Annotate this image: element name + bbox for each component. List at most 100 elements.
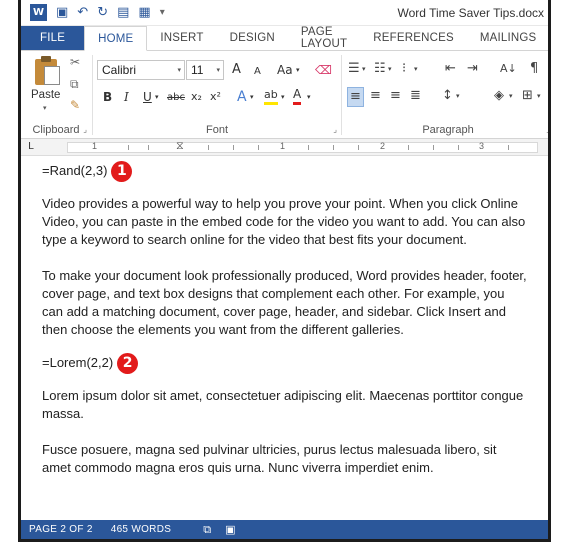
ruler-number: 1 xyxy=(92,141,98,151)
paragraph-group: ☰ ▾ ☷ ▾ ⁝ ▾ ⇤ ⇥ A↓ ¶ ≡ ≡ ≡ ≣ ↕ ▾ ◈ ▾ ⊞ ▾… xyxy=(342,51,548,139)
underline-dropdown-icon[interactable]: ▾ xyxy=(155,88,159,106)
line-spacing-icon[interactable]: ↕ xyxy=(442,87,453,105)
font-group: Calibri ▾ 11 ▾ A A Aa ▾ ⌫ B I U ▾ abc x₂… xyxy=(93,51,341,139)
decrease-indent-icon[interactable]: ⇤ xyxy=(445,60,456,78)
multilevel-list-icon[interactable]: ⁝ xyxy=(402,60,406,78)
tab-selector-icon[interactable]: L xyxy=(28,141,34,152)
highlight-button[interactable]: ab xyxy=(264,87,278,105)
document-paragraph: To make your document look professionall… xyxy=(42,268,527,337)
cut-icon[interactable]: ✂ xyxy=(70,55,80,69)
document-title: Word Time Saver Tips.docx xyxy=(397,6,545,20)
italic-button[interactable]: I xyxy=(124,88,129,106)
numbering-icon[interactable]: ☷ xyxy=(374,60,386,78)
bullets-dropdown-icon[interactable]: ▾ xyxy=(362,60,366,78)
undo-icon[interactable]: ↶ xyxy=(77,6,88,19)
tab-file[interactable]: FILE xyxy=(21,26,85,50)
macro-recording-icon[interactable]: ▣ xyxy=(225,523,235,536)
ruler-bar: L 1 ⧖ 1 2 3 xyxy=(21,139,548,156)
paragraph-group-label: Paragraph xyxy=(422,124,474,136)
bullets-icon[interactable]: ☰ xyxy=(348,60,360,78)
tab-home[interactable]: HOME xyxy=(84,26,148,51)
tab-insert[interactable]: INSERT xyxy=(147,26,216,50)
rand-formula-text: =Rand(2,3) xyxy=(42,163,108,178)
quick-access-toolbar: W ▣ ↶ ↻ ▤ ▦ ▾ xyxy=(21,4,165,21)
change-case-dropdown-icon[interactable]: ▾ xyxy=(296,61,300,79)
paste-icon[interactable] xyxy=(35,56,61,86)
redo-icon[interactable]: ↻ xyxy=(97,6,108,19)
clipboard-launcher-icon[interactable]: ⌟ xyxy=(83,125,87,134)
ribbon-tabs: FILE HOME INSERT DESIGN PAGE LAYOUT REFE… xyxy=(21,26,548,51)
ruler-number: 2 xyxy=(380,141,386,151)
clear-formatting-icon[interactable]: ⌫ xyxy=(315,61,332,79)
shading-icon[interactable]: ◈ xyxy=(494,87,504,105)
paste-button[interactable]: Paste xyxy=(31,89,60,101)
document-paragraph: Video provides a powerful way to help yo… xyxy=(42,196,526,247)
center-icon[interactable]: ≡ xyxy=(370,87,381,105)
font-name-dropdown-icon[interactable]: ▾ xyxy=(177,61,181,79)
line-spacing-dropdown-icon[interactable]: ▾ xyxy=(456,87,460,105)
strikethrough-button[interactable]: abc xyxy=(167,89,185,107)
shading-dropdown-icon[interactable]: ▾ xyxy=(509,87,513,105)
document-body[interactable]: =Rand(2,3) 1 Video provides a powerful w… xyxy=(21,157,548,520)
format-painter-icon[interactable]: ✎ xyxy=(70,98,80,112)
rand-formula-line: =Rand(2,3) 1 xyxy=(42,158,528,184)
ruler-number: 1 xyxy=(280,141,286,151)
tab-page-layout[interactable]: PAGE LAYOUT xyxy=(288,26,360,50)
proofing-icon[interactable]: ⧉ xyxy=(203,523,211,537)
font-launcher-icon[interactable]: ⌟ xyxy=(333,125,337,134)
align-left-icon[interactable]: ≡ xyxy=(347,87,364,107)
font-color-dropdown-icon[interactable]: ▾ xyxy=(307,88,311,106)
print-preview-icon[interactable]: ▤ xyxy=(117,6,129,19)
show-formatting-icon[interactable]: ¶ xyxy=(530,60,538,78)
bold-button[interactable]: B xyxy=(103,88,112,106)
font-group-label: Font xyxy=(205,124,228,136)
sort-icon[interactable]: A↓ xyxy=(500,60,517,78)
font-color-button[interactable]: A xyxy=(293,87,302,105)
tab-design[interactable]: DESIGN xyxy=(217,26,288,50)
grow-font-button[interactable]: A xyxy=(232,61,241,79)
font-size-combo[interactable]: 11 ▾ xyxy=(186,60,224,80)
tab-mailings[interactable]: MAILINGS xyxy=(467,26,548,50)
indent-marker-icon[interactable]: ⧖ xyxy=(176,139,184,153)
step-badge-2: 2 xyxy=(117,352,139,374)
change-case-button[interactable]: Aa xyxy=(277,61,293,79)
table-icon[interactable]: ▦ xyxy=(138,6,150,19)
multilevel-dropdown-icon[interactable]: ▾ xyxy=(414,60,418,78)
text-effects-dropdown-icon[interactable]: ▾ xyxy=(250,88,254,106)
borders-dropdown-icon[interactable]: ▾ xyxy=(537,87,541,105)
copy-icon[interactable]: ⧉ xyxy=(70,77,79,92)
align-right-icon[interactable]: ≡ xyxy=(390,87,401,105)
clipboard-group-label: Clipboard xyxy=(32,124,80,136)
subscript-button[interactable]: x₂ xyxy=(191,88,202,106)
tab-references[interactable]: REFERENCES xyxy=(360,26,467,50)
page-count-status[interactable]: PAGE 2 OF 2 xyxy=(29,524,93,535)
status-bar: PAGE 2 OF 2 465 WORDS ⧉ ▣ xyxy=(21,520,548,539)
horizontal-ruler[interactable]: 1 ⧖ 1 2 3 xyxy=(67,139,538,153)
font-name-combo[interactable]: Calibri ▾ xyxy=(97,60,185,80)
title-bar: W ▣ ↶ ↻ ▤ ▦ ▾ Word Time Saver Tips.docx xyxy=(21,0,548,26)
paragraph-launcher-icon[interactable]: ⌟ xyxy=(546,125,548,134)
text-effects-button[interactable]: A xyxy=(237,88,247,106)
increase-indent-icon[interactable]: ⇥ xyxy=(467,60,478,78)
lorem-formula-line: =Lorem(2,2) 2 xyxy=(42,350,528,376)
justify-icon[interactable]: ≣ xyxy=(410,87,421,105)
customize-qat-icon[interactable]: ▾ xyxy=(160,7,165,18)
font-name-value: Calibri xyxy=(102,63,137,77)
superscript-button[interactable]: x² xyxy=(210,88,221,106)
word-count-status[interactable]: 465 WORDS xyxy=(111,524,172,535)
font-size-value: 11 xyxy=(191,63,204,77)
paste-dropdown-icon[interactable]: ▾ xyxy=(43,104,47,112)
numbering-dropdown-icon[interactable]: ▾ xyxy=(388,60,392,78)
document-paragraph: Fusce posuere, magna sed pulvinar ultric… xyxy=(42,442,497,475)
ribbon: Paste ▾ ✂ ⧉ ✎ Clipboard ⌟ Calibri ▾ 11 ▾… xyxy=(21,51,548,139)
borders-icon[interactable]: ⊞ xyxy=(522,87,533,105)
document-paragraph: Lorem ipsum dolor sit amet, consectetuer… xyxy=(42,388,524,421)
highlight-dropdown-icon[interactable]: ▾ xyxy=(281,88,285,106)
font-size-dropdown-icon[interactable]: ▾ xyxy=(216,61,220,79)
clipboard-group: Paste ▾ ✂ ⧉ ✎ Clipboard ⌟ xyxy=(21,51,91,139)
save-icon[interactable]: ▣ xyxy=(56,6,68,19)
underline-button[interactable]: U xyxy=(143,88,152,106)
shrink-font-button[interactable]: A xyxy=(254,63,261,81)
word-logo-icon: W xyxy=(30,4,47,21)
ruler-number: 3 xyxy=(479,141,485,151)
